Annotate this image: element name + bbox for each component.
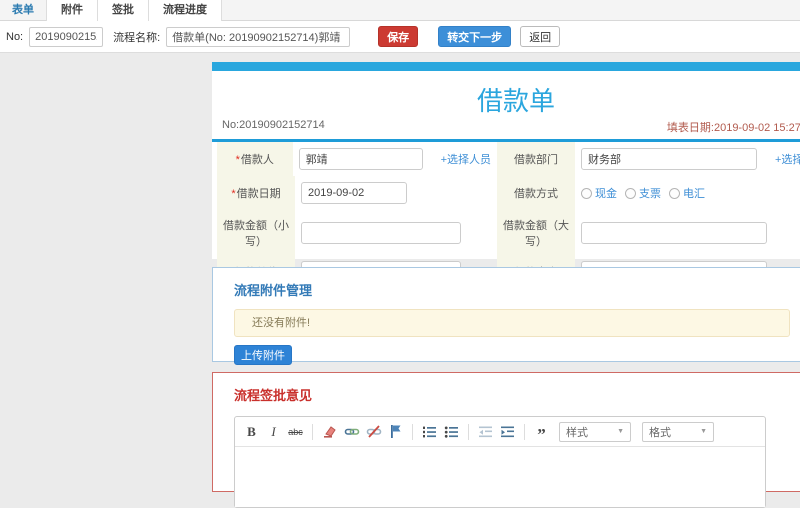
tab-approval[interactable]: 签批 — [97, 0, 149, 21]
editor-content-area[interactable] — [235, 447, 765, 507]
select-person-link[interactable]: +选择人员 — [441, 151, 491, 167]
link-icon[interactable] — [343, 423, 360, 441]
required-marker: * — [235, 154, 240, 166]
radio-cash[interactable]: 现金 — [581, 185, 617, 201]
select-department-link[interactable]: +选择部门 — [775, 151, 800, 167]
save-button[interactable]: 保存 — [378, 26, 419, 47]
increase-indent-icon[interactable] — [499, 423, 516, 441]
approval-heading: 流程签批意见 — [234, 388, 313, 403]
amount-lowercase-label: 借款金额（小写） — [217, 210, 295, 256]
rich-text-editor: B I abc ” 样式 ▼ 格式 ▼ — [234, 416, 766, 508]
loan-form-panel: 借款单 No:20190902152714 填表日期:2019-09-02 15… — [212, 62, 800, 292]
form-title: 借款单 — [476, 86, 555, 116]
panel-top-accent-bar — [212, 62, 800, 71]
amount-lowercase-input[interactable] — [301, 222, 461, 244]
radio-circle-icon[interactable] — [625, 187, 636, 199]
no-attachment-alert: 还没有附件! — [234, 309, 790, 337]
chevron-down-icon: ▼ — [617, 428, 624, 435]
radio-wire-transfer[interactable]: 电汇 — [669, 185, 705, 201]
no-label: No: — [6, 30, 24, 43]
radio-circle-icon[interactable] — [581, 187, 592, 199]
tab-form[interactable]: 表单 — [0, 0, 46, 21]
fill-date: 填表日期:2019-09-02 15:27:1 — [666, 122, 800, 134]
toolbar-separator — [412, 423, 413, 440]
editor-toolbar: B I abc ” 样式 ▼ 格式 ▼ — [235, 417, 765, 447]
remove-format-icon[interactable] — [321, 423, 338, 441]
back-button[interactable]: 返回 — [520, 26, 561, 47]
radio-check[interactable]: 支票 — [625, 185, 661, 201]
amount-uppercase-input[interactable] — [581, 222, 767, 244]
loan-date-label: *借款日期 — [217, 176, 295, 210]
attachment-heading: 流程附件管理 — [234, 283, 313, 298]
tab-process-progress[interactable]: 流程进度 — [148, 0, 222, 21]
strikethrough-icon[interactable]: abc — [287, 423, 304, 441]
bulleted-list-icon[interactable] — [443, 423, 460, 441]
department-label: 借款部门 — [497, 142, 575, 176]
loan-date-input[interactable] — [301, 182, 407, 204]
radio-circle-icon[interactable] — [669, 187, 680, 199]
numbered-list-icon[interactable] — [421, 423, 438, 441]
chevron-down-icon: ▼ — [700, 428, 707, 435]
approval-panel: 流程签批意见 B I abc ” 样式 ▼ 格式 ▼ — [212, 372, 800, 508]
anchor-flag-icon[interactable] — [387, 423, 404, 441]
amount-uppercase-label: 借款金额（大写） — [497, 210, 575, 256]
loan-method-radio-group: 现金 支票 电汇 — [581, 185, 705, 201]
unlink-icon[interactable] — [365, 423, 382, 441]
loan-method-label: 借款方式 — [497, 176, 575, 210]
decrease-indent-icon[interactable] — [477, 423, 494, 441]
tab-attachments[interactable]: 附件 — [46, 0, 98, 21]
italic-icon[interactable]: I — [265, 423, 282, 441]
upload-attachment-button[interactable]: 上传附件 — [234, 345, 292, 365]
toolbar-separator — [524, 423, 525, 440]
borrower-label: *借款人 — [217, 142, 293, 176]
form-number: No:20190902152714 — [222, 119, 325, 131]
toolbar: No: 流程名称: 保存 转交下一步 返回 — [0, 21, 800, 53]
toolbar-separator — [312, 423, 313, 440]
form-meta-row: No:20190902152714 填表日期:2019-09-02 15:27:… — [212, 117, 800, 139]
flow-name-input[interactable] — [166, 26, 351, 47]
department-input[interactable] — [581, 148, 757, 170]
tab-strip: 表单 附件 签批 流程进度 — [0, 0, 800, 21]
borrower-input[interactable] — [298, 148, 423, 170]
no-input[interactable] — [29, 26, 104, 47]
bold-icon[interactable]: B — [243, 423, 260, 441]
format-dropdown[interactable]: 格式 ▼ — [642, 421, 714, 442]
forward-next-step-button[interactable]: 转交下一步 — [438, 26, 512, 47]
blockquote-icon[interactable]: ” — [533, 423, 550, 443]
flow-name-label: 流程名称: — [113, 31, 161, 44]
styles-dropdown[interactable]: 样式 ▼ — [559, 421, 631, 442]
attachment-panel: 流程附件管理 还没有附件! 上传附件 — [212, 267, 800, 365]
toolbar-separator — [468, 423, 469, 440]
required-marker: * — [231, 188, 236, 200]
